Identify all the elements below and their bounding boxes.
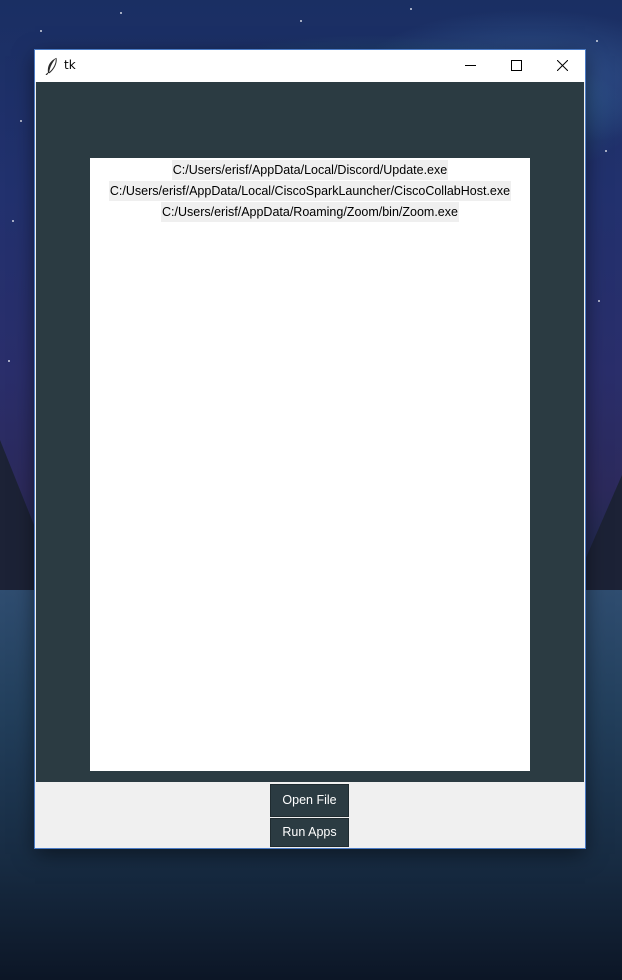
maximize-button[interactable] bbox=[493, 50, 539, 82]
main-frame: C:/Users/erisf/AppData/Local/Discord/Upd… bbox=[36, 82, 584, 782]
file-path-text: C:/Users/erisf/AppData/Roaming/Zoom/bin/… bbox=[161, 202, 459, 222]
file-path-label: C:/Users/erisf/AppData/Local/Discord/Upd… bbox=[90, 159, 530, 180]
star bbox=[40, 30, 42, 32]
close-icon bbox=[557, 60, 568, 71]
star bbox=[596, 40, 598, 42]
client-area: C:/Users/erisf/AppData/Local/Discord/Upd… bbox=[36, 82, 584, 847]
file-list-panel: C:/Users/erisf/AppData/Local/Discord/Upd… bbox=[90, 158, 530, 771]
minimize-button[interactable] bbox=[447, 50, 493, 82]
star bbox=[20, 120, 22, 122]
maximize-icon bbox=[511, 60, 522, 71]
minimize-icon bbox=[465, 65, 476, 66]
app-window: tk C:/Users/erisf/AppData/Local/Discord/… bbox=[35, 50, 585, 848]
star bbox=[300, 20, 302, 22]
window-title: tk bbox=[64, 58, 76, 72]
tk-feather-icon bbox=[44, 57, 60, 76]
title-bar[interactable]: tk bbox=[35, 50, 585, 82]
star bbox=[605, 150, 607, 152]
file-path-label: C:/Users/erisf/AppData/Roaming/Zoom/bin/… bbox=[90, 201, 530, 222]
run-apps-button[interactable]: Run Apps bbox=[270, 818, 349, 847]
star bbox=[410, 8, 412, 10]
file-path-text: C:/Users/erisf/AppData/Local/Discord/Upd… bbox=[171, 160, 449, 180]
star bbox=[8, 360, 10, 362]
star bbox=[598, 300, 600, 302]
file-path-label: C:/Users/erisf/AppData/Local/CiscoSparkL… bbox=[90, 180, 530, 201]
file-path-text: C:/Users/erisf/AppData/Local/CiscoSparkL… bbox=[108, 181, 512, 201]
star bbox=[12, 220, 14, 222]
close-button[interactable] bbox=[539, 50, 585, 82]
open-file-button[interactable]: Open File bbox=[270, 784, 349, 817]
star bbox=[120, 12, 122, 14]
